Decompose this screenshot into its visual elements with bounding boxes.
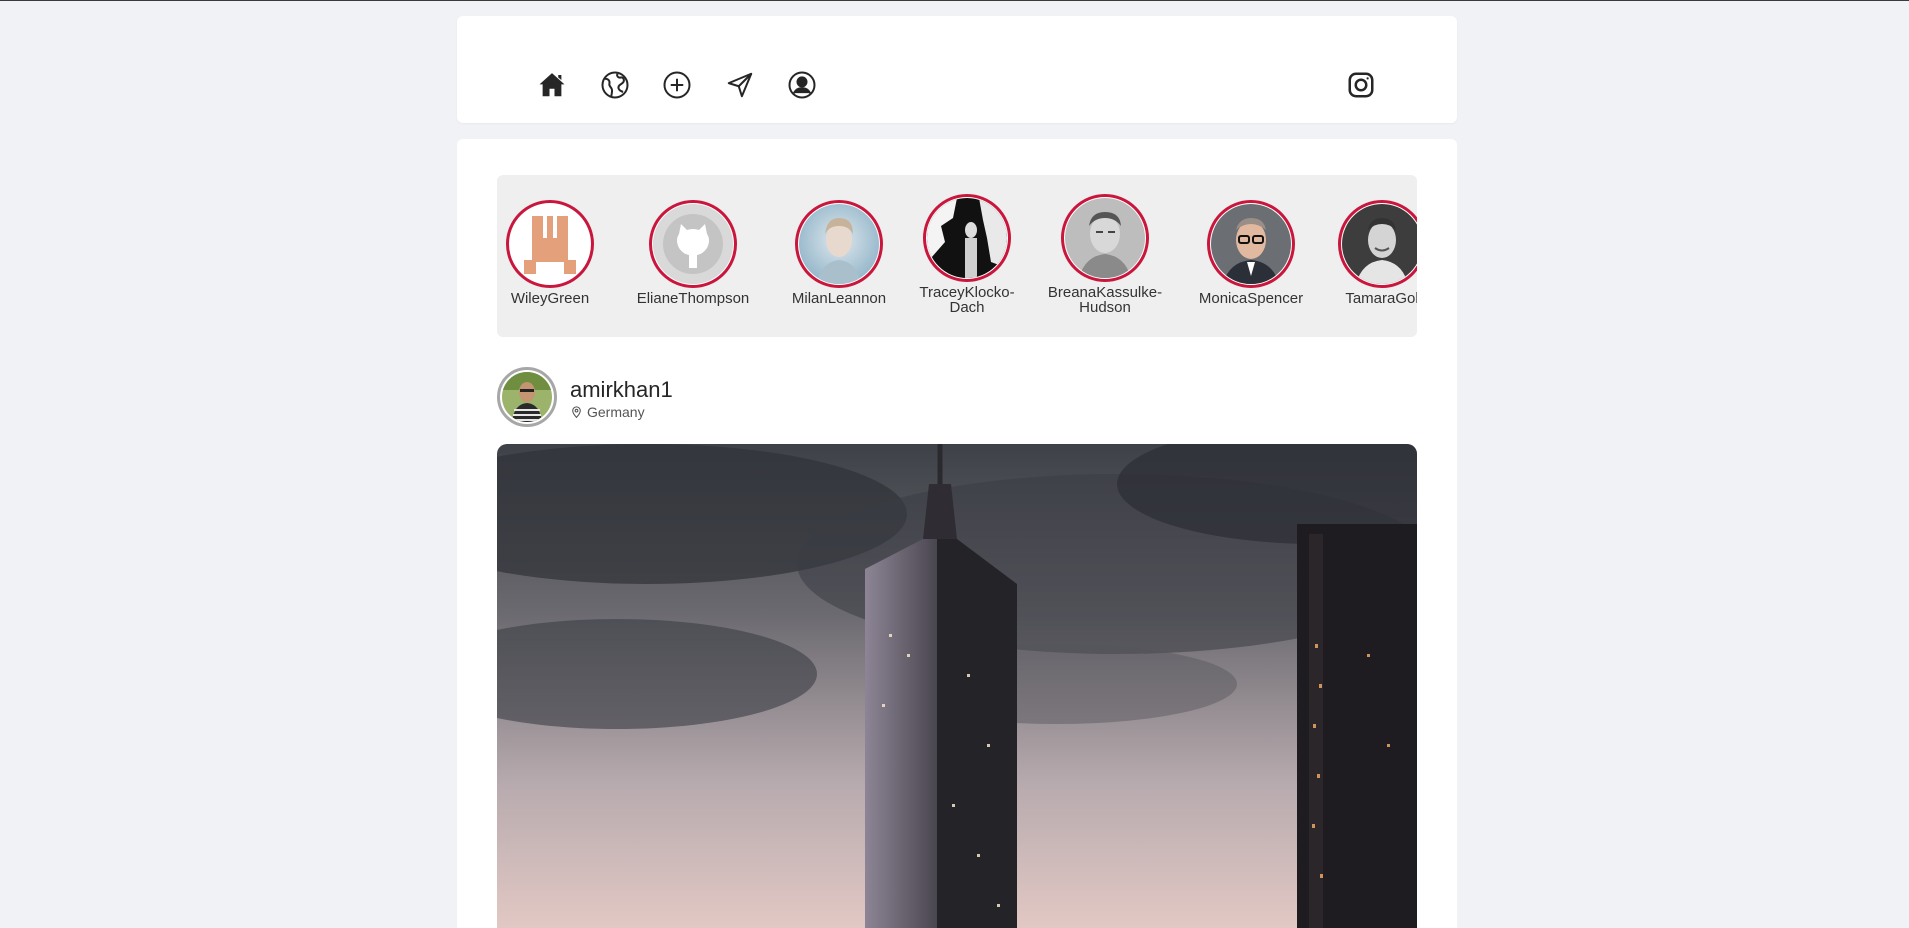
post-image[interactable] <box>497 444 1417 928</box>
avatar <box>1342 204 1417 284</box>
story-ring <box>1207 200 1295 288</box>
avatar <box>510 204 590 284</box>
story-username: TamaraGol <box>1345 290 1417 307</box>
top-navbar <box>457 16 1457 123</box>
github-octocat-icon <box>653 204 733 284</box>
story-username: TraceyKlocko-Dach <box>919 284 1015 316</box>
create-plus-icon[interactable] <box>661 69 693 101</box>
story-item[interactable]: TamaraGol <box>1327 200 1417 306</box>
story-item[interactable]: WileyGreen <box>497 200 610 306</box>
post-header: amirkhan1 Germany <box>497 367 1417 427</box>
avatar <box>799 204 879 284</box>
avatar <box>1065 198 1145 278</box>
feed-card: WileyGreen ElianeThompson MilanLeannon T… <box>457 139 1457 928</box>
story-username: MonicaSpencer <box>1198 290 1304 307</box>
direct-send-icon[interactable] <box>724 69 756 101</box>
story-ring <box>506 200 594 288</box>
story-ring <box>795 200 883 288</box>
story-item[interactable]: ElianeThompson <box>623 200 763 306</box>
story-item[interactable]: BreanaKassulke-Hudson <box>1035 194 1175 315</box>
post-location-label: Germany <box>587 404 645 420</box>
story-ring <box>649 200 737 288</box>
story-username: WileyGreen <box>510 290 590 307</box>
story-item[interactable]: MilanLeannon <box>779 200 899 306</box>
instagram-icon[interactable] <box>1345 69 1377 101</box>
story-item[interactable]: TraceyKlocko-Dach <box>907 194 1027 315</box>
post-location[interactable]: Germany <box>570 404 645 420</box>
story-ring <box>923 194 1011 282</box>
map-pin-icon <box>572 406 581 419</box>
story-username: MilanLeannon <box>791 290 887 307</box>
window-top-border <box>0 0 1909 1</box>
post-username[interactable]: amirkhan1 <box>570 377 673 403</box>
post-author-avatar[interactable] <box>497 367 557 427</box>
story-item[interactable]: MonicaSpencer <box>1181 200 1321 306</box>
avatar <box>927 198 1007 278</box>
story-ring <box>1338 200 1417 288</box>
explore-globe-icon[interactable] <box>599 69 631 101</box>
stories-bar[interactable]: WileyGreen ElianeThompson MilanLeannon T… <box>497 175 1417 337</box>
story-username: ElianeThompson <box>636 290 750 307</box>
story-ring <box>1061 194 1149 282</box>
avatar <box>1211 204 1291 284</box>
story-username: BreanaKassulke-Hudson <box>1047 284 1163 316</box>
home-icon[interactable] <box>536 69 568 101</box>
profile-icon[interactable] <box>786 69 818 101</box>
